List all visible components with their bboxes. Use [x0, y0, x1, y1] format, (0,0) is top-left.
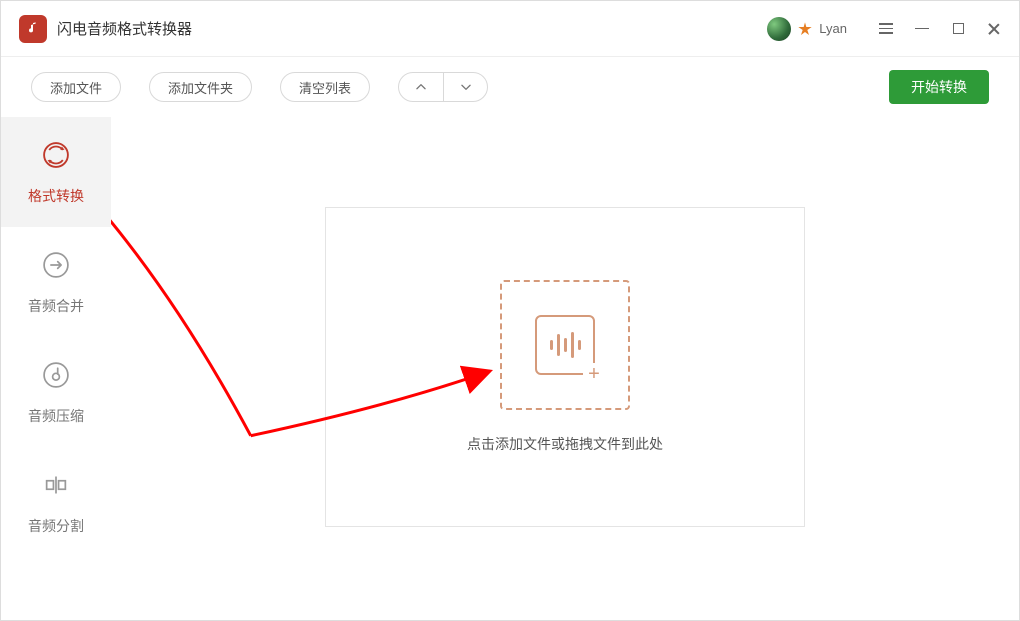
split-icon [39, 468, 73, 502]
app-logo-icon [19, 15, 47, 43]
close-button[interactable] [985, 20, 1003, 38]
sidebar-item-audio-compress[interactable]: 音频压缩 [1, 337, 111, 447]
window-controls [877, 20, 1003, 38]
minimize-button[interactable] [913, 20, 931, 38]
sidebar: 格式转换 音频合并 音频压缩 音频分割 [1, 117, 111, 620]
sidebar-item-format-convert[interactable]: 格式转换 [1, 117, 111, 227]
dropzone-dashed-box: + [500, 280, 630, 410]
title-bar: 闪电音频格式转换器 Lyan [1, 1, 1019, 57]
clear-list-button[interactable]: 清空列表 [280, 72, 370, 102]
app-title: 闪电音频格式转换器 [57, 18, 192, 39]
move-down-button[interactable] [443, 73, 487, 101]
reorder-group [398, 72, 488, 102]
convert-icon [39, 138, 73, 172]
toolbar: 添加文件 添加文件夹 清空列表 开始转换 [1, 57, 1019, 117]
plus-icon: + [583, 363, 605, 385]
sidebar-item-label: 音频压缩 [28, 406, 84, 426]
sidebar-item-label: 音频合并 [28, 296, 84, 316]
sidebar-item-audio-merge[interactable]: 音频合并 [1, 227, 111, 337]
merge-icon [39, 248, 73, 282]
add-folder-button[interactable]: 添加文件夹 [149, 72, 252, 102]
menu-button[interactable] [877, 20, 895, 38]
sidebar-item-label: 音频分割 [28, 516, 84, 536]
sidebar-item-audio-split[interactable]: 音频分割 [1, 447, 111, 557]
compress-icon [39, 358, 73, 392]
body: 格式转换 音频合并 音频压缩 音频分割 [1, 117, 1019, 620]
dropzone[interactable]: + 点击添加文件或拖拽文件到此处 [325, 207, 805, 527]
app-window: 闪电音频格式转换器 Lyan 添加文件 添加文件夹 清空列表 [0, 0, 1020, 621]
vip-badge-icon [797, 21, 813, 37]
sidebar-item-label: 格式转换 [28, 186, 84, 206]
move-up-button[interactable] [399, 73, 443, 101]
chevron-up-icon [414, 80, 428, 94]
dropzone-hint: 点击添加文件或拖拽文件到此处 [467, 434, 663, 454]
user-account[interactable]: Lyan [767, 17, 847, 41]
chevron-down-icon [459, 80, 473, 94]
add-file-button[interactable]: 添加文件 [31, 72, 121, 102]
user-name: Lyan [819, 21, 847, 36]
main-area: + 点击添加文件或拖拽文件到此处 [111, 117, 1019, 620]
start-convert-button[interactable]: 开始转换 [889, 70, 989, 104]
maximize-button[interactable] [949, 20, 967, 38]
user-avatar [767, 17, 791, 41]
audio-add-icon: + [535, 315, 595, 375]
